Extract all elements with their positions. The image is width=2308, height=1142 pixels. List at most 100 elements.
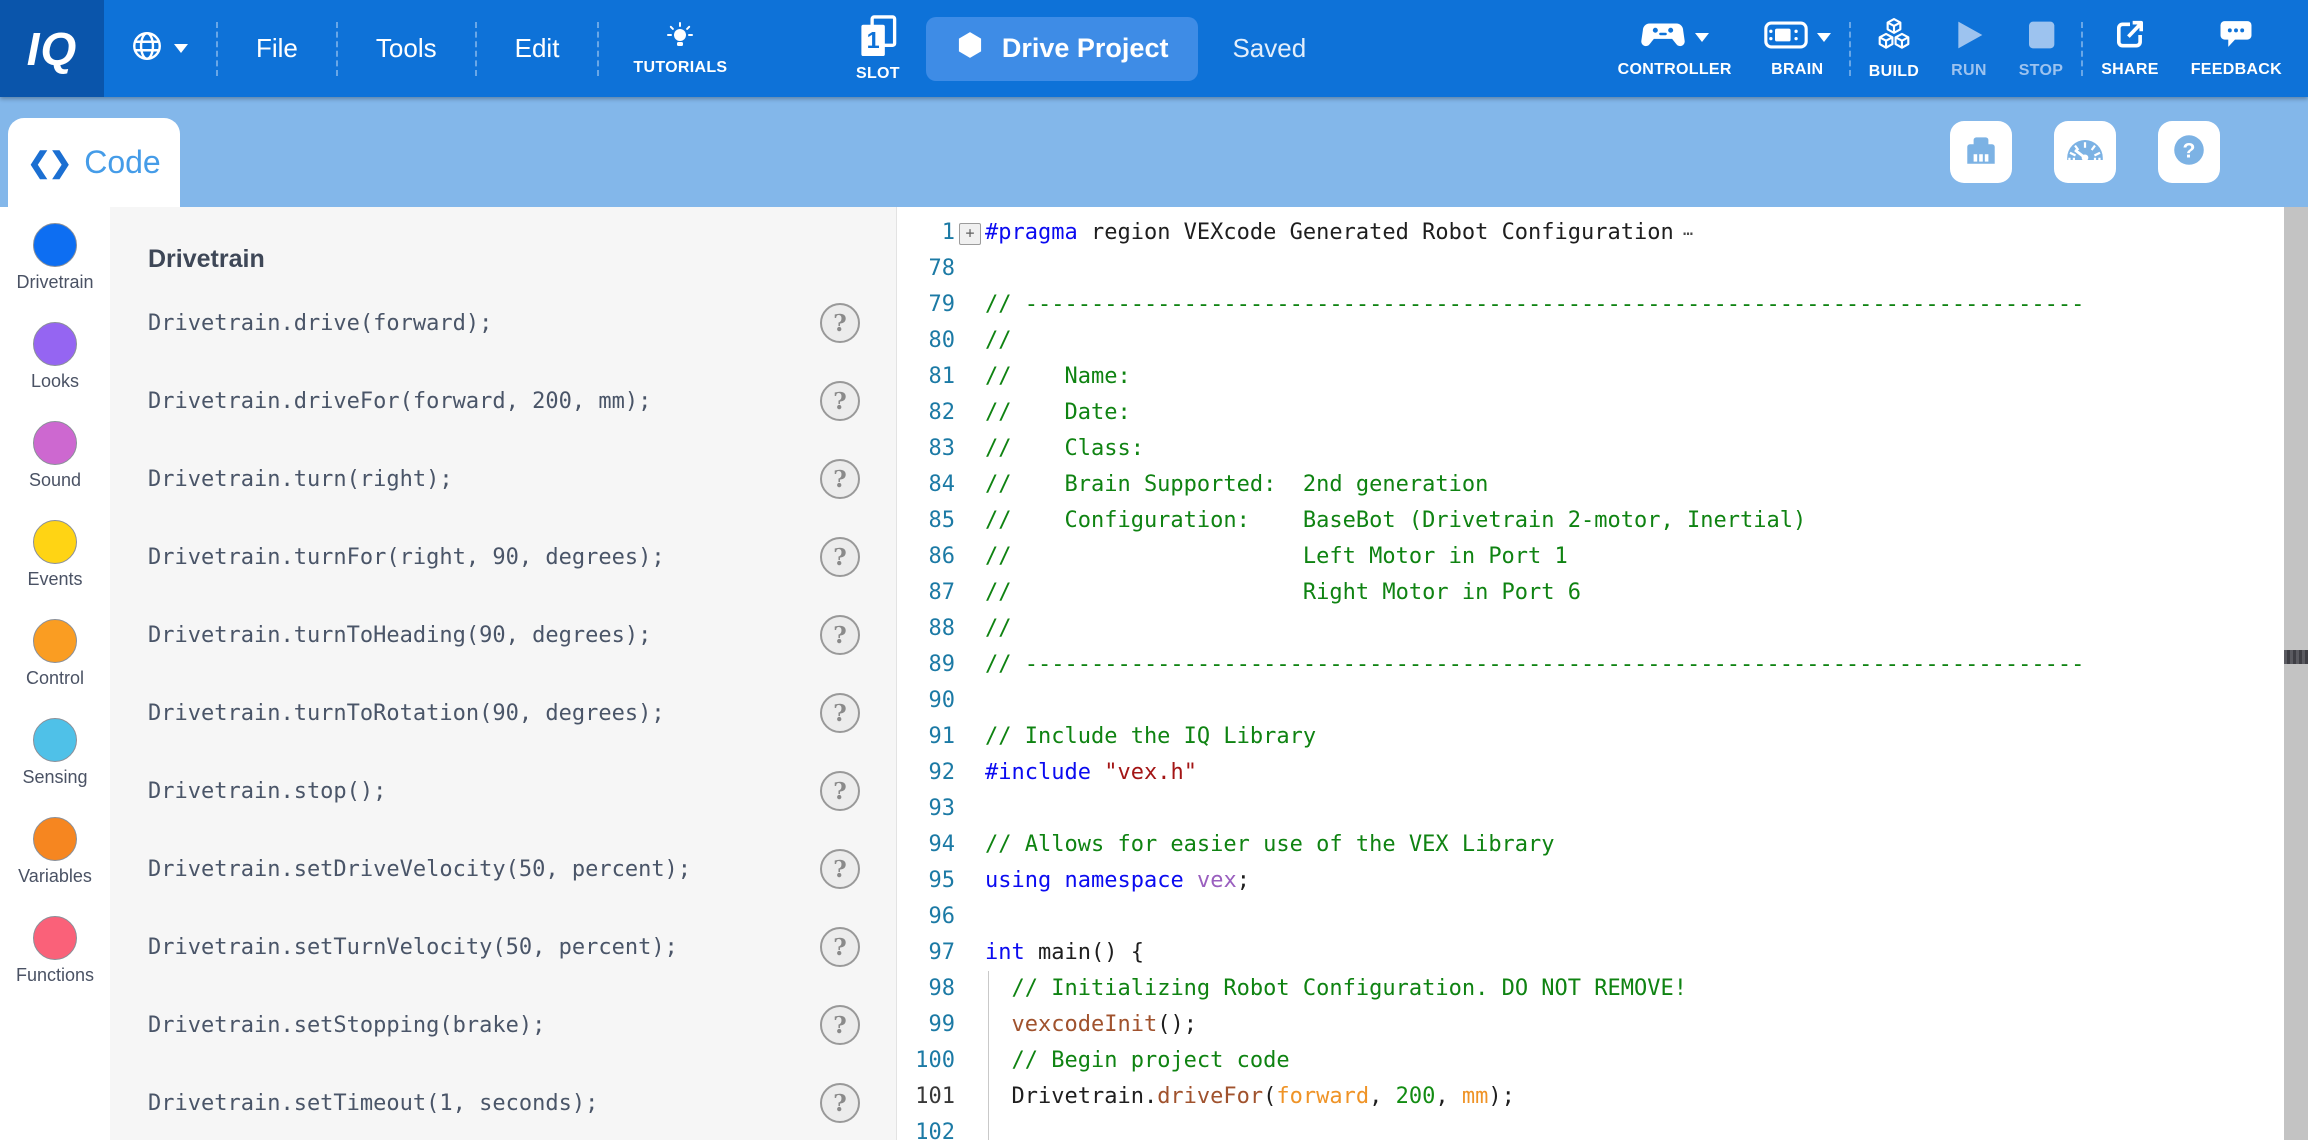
menu-edit[interactable]: Edit — [479, 33, 596, 64]
code-line[interactable]: 101 Drivetrain.driveFor(forward, 200, mm… — [897, 1079, 2284, 1115]
command-text: Drivetrain.turn(right); — [148, 467, 820, 492]
code-editor[interactable]: 1+#pragma region VEXcode Generated Robot… — [897, 207, 2284, 1140]
line-number: 84 — [897, 467, 955, 503]
editor-scrollbar[interactable] — [2284, 207, 2308, 1140]
code-line[interactable]: 98 // Initializing Robot Configuration. … — [897, 971, 2284, 1007]
code-text: // Left Motor in Port 1 — [985, 539, 2284, 575]
tutorials-button[interactable]: TUTORIALS — [601, 21, 759, 77]
command-item[interactable]: Drivetrain.setTurnVelocity(50, percent);… — [110, 908, 896, 986]
code-line[interactable]: 96 — [897, 899, 2284, 935]
tutorials-label: TUTORIALS — [633, 59, 727, 77]
command-help-button[interactable]: ? — [820, 459, 860, 499]
sidebar-item-events[interactable]: Events — [0, 504, 110, 603]
device-config-button[interactable] — [1950, 121, 2012, 183]
command-help-button[interactable]: ? — [820, 771, 860, 811]
divider — [336, 22, 338, 76]
fold-toggle-icon[interactable]: + — [959, 223, 981, 245]
code-line[interactable]: 87// Right Motor in Port 6 — [897, 575, 2284, 611]
stop-button[interactable]: STOP — [2003, 18, 2079, 80]
command-item[interactable]: Drivetrain.turnToRotation(90, degrees);? — [110, 674, 896, 752]
command-help-button[interactable]: ? — [820, 615, 860, 655]
slot-button[interactable]: 1 SLOT — [856, 15, 900, 83]
code-line[interactable]: 102 — [897, 1115, 2284, 1140]
code-line[interactable]: 86 // Left Motor in Port 1 — [897, 539, 2284, 575]
fold-margin — [955, 251, 985, 287]
controller-button[interactable]: CONTROLLER — [1602, 18, 1748, 79]
code-text: // Right Motor in Port 6 — [985, 575, 2284, 611]
command-item[interactable]: Drivetrain.drive(forward);? — [110, 284, 896, 362]
command-item[interactable]: Drivetrain.setDriveVelocity(50, percent)… — [110, 830, 896, 908]
fold-margin — [955, 467, 985, 503]
code-line[interactable]: 85// Configuration: BaseBot (Drivetrain … — [897, 503, 2284, 539]
brain-button[interactable]: BRAIN — [1748, 18, 1847, 79]
dashboard-button[interactable] — [2054, 121, 2116, 183]
command-help-button[interactable]: ? — [820, 381, 860, 421]
command-item[interactable]: Drivetrain.setStopping(brake);? — [110, 986, 896, 1064]
code-text: // — [985, 611, 2284, 647]
command-item[interactable]: Drivetrain.turnFor(right, 90, degrees);? — [110, 518, 896, 596]
code-line[interactable]: 82// Date: — [897, 395, 2284, 431]
scrollbar-thumb[interactable] — [2284, 650, 2308, 664]
command-item[interactable]: Drivetrain.driveFor(forward, 200, mm);? — [110, 362, 896, 440]
sidebar-item-sound[interactable]: Sound — [0, 405, 110, 504]
code-line[interactable]: 78 — [897, 251, 2284, 287]
line-number: 90 — [897, 683, 955, 719]
code-line[interactable]: 88// — [897, 611, 2284, 647]
code-line[interactable]: 99 vexcodeInit(); — [897, 1007, 2284, 1043]
command-item[interactable]: Drivetrain.turn(right);? — [110, 440, 896, 518]
command-help-button[interactable]: ? — [820, 537, 860, 577]
command-help-button[interactable]: ? — [820, 849, 860, 889]
sidebar-item-sensing[interactable]: Sensing — [0, 702, 110, 801]
code-line[interactable]: 1+#pragma region VEXcode Generated Robot… — [897, 215, 2284, 251]
command-help-button[interactable]: ? — [820, 927, 860, 967]
svg-text:?: ? — [2183, 139, 2196, 162]
code-line[interactable]: 94// Allows for easier use of the VEX Li… — [897, 827, 2284, 863]
menu-tools[interactable]: Tools — [340, 33, 473, 64]
sidebar-item-functions[interactable]: Functions — [0, 900, 110, 999]
share-button[interactable]: SHARE — [2085, 19, 2175, 79]
code-line[interactable]: 89// -----------------------------------… — [897, 647, 2284, 683]
fold-margin — [955, 323, 985, 359]
sidebar-item-drivetrain[interactable]: Drivetrain — [0, 207, 110, 306]
lightbulb-icon — [664, 21, 696, 56]
sidebar-item-control[interactable]: Control — [0, 603, 110, 702]
command-help-button[interactable]: ? — [820, 693, 860, 733]
code-line[interactable]: 79// -----------------------------------… — [897, 287, 2284, 323]
code-line[interactable]: 84// Brain Supported: 2nd generation — [897, 467, 2284, 503]
command-help-button[interactable]: ? — [820, 1083, 860, 1123]
code-line[interactable]: 97int main() { — [897, 935, 2284, 971]
build-button[interactable]: BUILD — [1853, 17, 1935, 81]
code-line[interactable]: 100 // Begin project code — [897, 1043, 2284, 1079]
tab-code[interactable]: ❮❯ Code — [8, 118, 180, 207]
fold-margin — [955, 611, 985, 647]
menu-file[interactable]: File — [220, 33, 334, 64]
category-color-icon — [33, 718, 77, 762]
code-line[interactable]: 91// Include the IQ Library — [897, 719, 2284, 755]
fold-margin — [955, 935, 985, 971]
code-line[interactable]: 95using namespace vex; — [897, 863, 2284, 899]
command-help-button[interactable]: ? — [820, 1005, 860, 1045]
sidebar-item-variables[interactable]: Variables — [0, 801, 110, 900]
sidebar-item-looks[interactable]: Looks — [0, 306, 110, 405]
project-name-button[interactable]: Drive Project — [926, 17, 1199, 81]
code-text — [985, 683, 2284, 719]
fold-margin — [955, 827, 985, 863]
globe-icon — [130, 29, 164, 68]
code-line[interactable]: 90 — [897, 683, 2284, 719]
code-line[interactable]: 83// Class: — [897, 431, 2284, 467]
run-button[interactable]: RUN — [1935, 18, 2003, 80]
code-line[interactable]: 81// Name: — [897, 359, 2284, 395]
line-number: 86 — [897, 539, 955, 575]
command-item[interactable]: Drivetrain.stop();? — [110, 752, 896, 830]
command-help-button[interactable]: ? — [820, 303, 860, 343]
command-item[interactable]: Drivetrain.setTimeout(1, seconds);? — [110, 1064, 896, 1142]
language-menu[interactable] — [104, 29, 214, 68]
fold-margin — [955, 503, 985, 539]
gauge-icon — [2065, 137, 2105, 168]
feedback-button[interactable]: FEEDBACK — [2175, 19, 2298, 79]
command-item[interactable]: Drivetrain.turnToHeading(90, degrees);? — [110, 596, 896, 674]
help-button[interactable]: ? — [2158, 121, 2220, 183]
code-line[interactable]: 80// — [897, 323, 2284, 359]
code-line[interactable]: 92#include "vex.h" — [897, 755, 2284, 791]
code-line[interactable]: 93 — [897, 791, 2284, 827]
